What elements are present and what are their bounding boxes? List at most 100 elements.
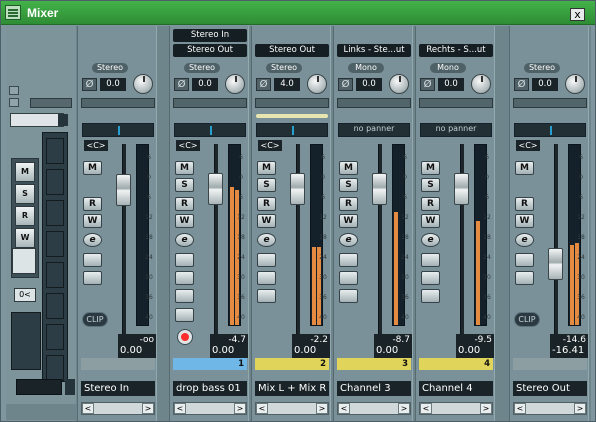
scroll-right-arrow[interactable]: > <box>234 403 246 414</box>
mute-button[interactable]: M <box>421 161 440 175</box>
send-bypass-icon[interactable] <box>421 289 440 303</box>
expand-icon[interactable] <box>9 86 19 95</box>
volume-fader[interactable] <box>116 174 131 206</box>
input-gain-knob[interactable] <box>307 74 327 94</box>
scroll-left-arrow[interactable]: < <box>338 403 350 414</box>
eq-bypass-icon[interactable] <box>515 271 534 285</box>
output-routing[interactable]: Stereo Out <box>255 44 329 57</box>
pan-display[interactable] <box>514 123 586 137</box>
show-bus-icon[interactable] <box>46 355 64 381</box>
view-options-dropdown-icon[interactable] <box>58 114 68 126</box>
solo-button[interactable]: S <box>421 178 440 192</box>
write-button[interactable]: W <box>257 214 276 228</box>
input-gain-knob[interactable] <box>389 74 409 94</box>
mute-button[interactable]: M <box>175 161 194 175</box>
show-groups-icon[interactable] <box>46 200 64 226</box>
clip-indicator[interactable]: CLIP <box>514 312 540 327</box>
input-gain-knob[interactable] <box>133 74 153 94</box>
global-mute-button[interactable]: M <box>15 162 35 182</box>
input-gain-knob[interactable] <box>565 74 585 94</box>
send-bypass-icon[interactable] <box>257 289 276 303</box>
solo-button[interactable]: S <box>339 178 358 192</box>
insert-bypass-icon[interactable] <box>83 253 102 267</box>
write-button[interactable]: W <box>515 214 534 228</box>
output-routing[interactable]: Links - Ste...ut <box>337 44 411 57</box>
pan-display[interactable] <box>256 123 328 137</box>
input-gain-value[interactable]: 0.0 <box>100 78 126 91</box>
input-gain-value[interactable]: 0.0 <box>532 78 558 91</box>
input-tag-button[interactable]: 0< <box>14 288 36 302</box>
insert-bypass-icon[interactable] <box>339 253 358 267</box>
insert-selector[interactable] <box>173 98 247 108</box>
input-gain-value[interactable]: 0.0 <box>438 78 464 91</box>
insert-selector[interactable] <box>513 98 587 108</box>
scroll-right-arrow[interactable]: > <box>398 403 410 414</box>
view-options-button[interactable] <box>10 113 64 127</box>
write-button[interactable]: W <box>421 214 440 228</box>
mute-button[interactable]: M <box>83 161 102 175</box>
edit-button[interactable]: e <box>257 233 276 247</box>
show-midi-icon[interactable] <box>46 293 64 319</box>
phase-button[interactable]: Ø <box>338 78 353 91</box>
eq-bypass-icon[interactable] <box>83 271 102 285</box>
phase-button[interactable]: Ø <box>82 78 97 91</box>
read-button[interactable]: R <box>257 197 276 211</box>
mute-button[interactable]: M <box>515 161 534 175</box>
volume-fader[interactable] <box>454 173 469 205</box>
channel-name[interactable]: Stereo In <box>81 381 155 396</box>
read-button[interactable]: R <box>83 197 102 211</box>
title-bar[interactable]: Mixer x <box>1 1 595 25</box>
monitor-icon[interactable] <box>175 308 194 322</box>
strip-scrollbar[interactable]: < > <box>81 402 155 415</box>
collapse-icon[interactable] <box>9 98 19 107</box>
pan-display[interactable] <box>174 123 246 137</box>
record-enable-button[interactable] <box>177 329 193 345</box>
mute-button[interactable]: M <box>339 161 358 175</box>
show-fx-icon[interactable] <box>46 231 64 257</box>
input-routing[interactable]: Stereo In <box>173 29 247 42</box>
edit-button[interactable]: e <box>83 233 102 247</box>
insert-bypass-icon[interactable] <box>257 253 276 267</box>
link-button[interactable] <box>16 379 62 395</box>
scroll-left-arrow[interactable]: < <box>256 403 268 414</box>
solo-button[interactable]: S <box>175 178 194 192</box>
volume-fader[interactable] <box>372 173 387 205</box>
channel-name[interactable]: Channel 3 <box>337 381 411 396</box>
strip-scrollbar[interactable]: < > <box>255 402 329 415</box>
read-button[interactable]: R <box>515 197 534 211</box>
scroll-right-arrow[interactable]: > <box>142 403 154 414</box>
insert-selector[interactable] <box>419 98 493 108</box>
send-bypass-icon[interactable] <box>175 289 194 303</box>
show-inputs-icon[interactable] <box>46 138 64 164</box>
read-button[interactable]: R <box>175 197 194 211</box>
solo-button[interactable]: S <box>257 178 276 192</box>
channel-name[interactable]: drop bass 01 <box>173 381 247 396</box>
write-button[interactable]: W <box>339 214 358 228</box>
edit-button[interactable]: e <box>515 233 534 247</box>
insert-bypass-icon[interactable] <box>175 253 194 267</box>
insert-selector[interactable] <box>255 98 329 108</box>
routing-button[interactable] <box>12 248 36 274</box>
link-dropdown-icon[interactable] <box>65 379 75 395</box>
input-gain-knob[interactable] <box>225 74 245 94</box>
channel-layout-button[interactable] <box>11 312 41 370</box>
insert-selector[interactable] <box>337 98 411 108</box>
strip-scrollbar[interactable]: < > <box>337 402 411 415</box>
insert-selector[interactable] <box>81 98 155 108</box>
volume-fader[interactable] <box>208 173 223 205</box>
input-gain-value[interactable]: 0.0 <box>356 78 382 91</box>
eq-bypass-icon[interactable] <box>175 271 194 285</box>
volume-fader[interactable] <box>290 173 305 205</box>
phase-button[interactable]: Ø <box>514 78 529 91</box>
scroll-left-arrow[interactable]: < <box>420 403 432 414</box>
eq-bypass-icon[interactable] <box>421 271 440 285</box>
scroll-left-arrow[interactable]: < <box>514 403 526 414</box>
global-read-button[interactable]: R <box>15 206 35 226</box>
scroll-left-arrow[interactable]: < <box>174 403 186 414</box>
global-solo-button[interactable]: S <box>15 184 35 204</box>
global-write-button[interactable]: W <box>15 228 35 248</box>
scroll-right-arrow[interactable]: > <box>574 403 586 414</box>
read-button[interactable]: R <box>339 197 358 211</box>
edit-button[interactable]: e <box>421 233 440 247</box>
write-button[interactable]: W <box>83 214 102 228</box>
